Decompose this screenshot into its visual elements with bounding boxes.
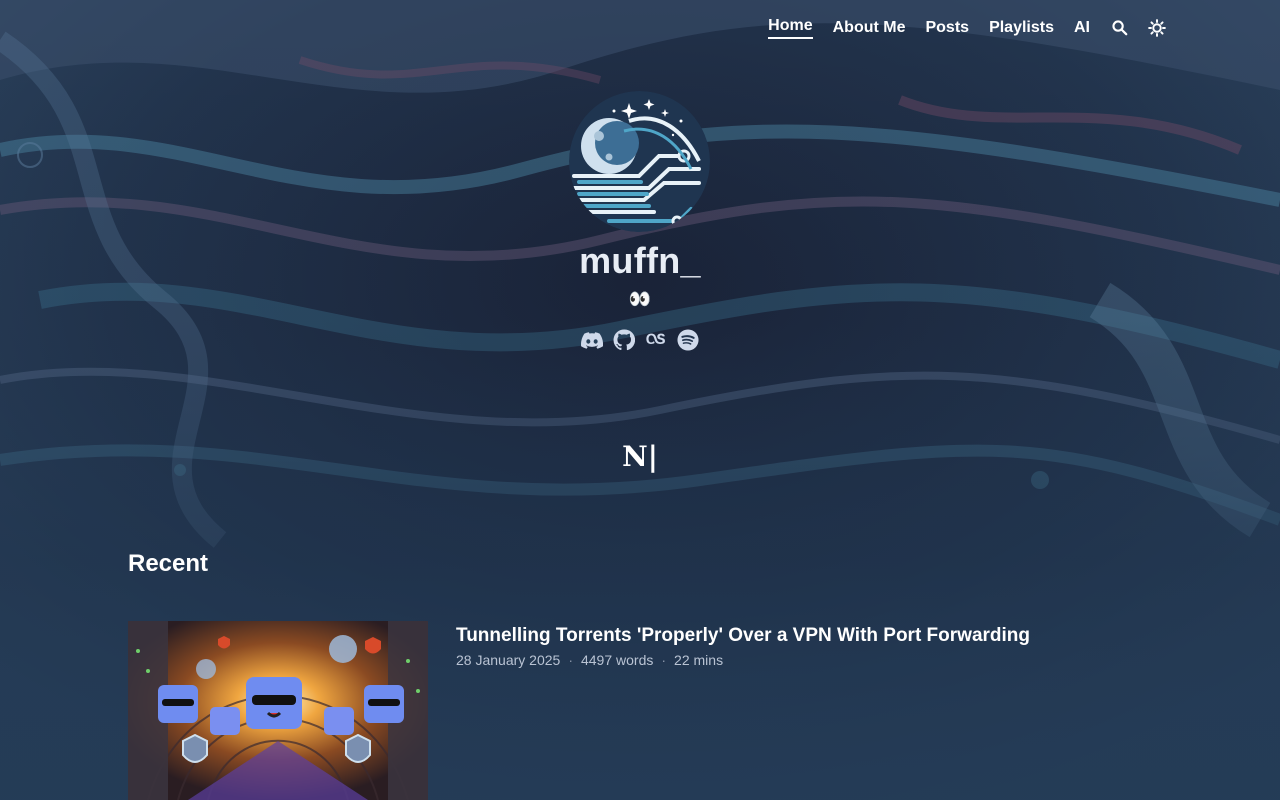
post-title[interactable]: Tunnelling Torrents 'Properly' Over a VP… [456,625,1030,647]
post-date: 28 January 2025 [456,652,561,668]
page: Home About Me Posts Playlists AI muffn_ … [0,0,1280,800]
post-word-count: 4497 words [580,652,654,668]
lastfm-icon[interactable] [645,329,667,351]
nav-item-home[interactable]: Home [768,16,813,39]
content: Home About Me Posts Playlists AI muffn_ … [0,0,1280,800]
tagline: 👀 [628,289,652,309]
post-thumbnail[interactable] [128,621,428,800]
social-links [0,329,1280,351]
nav-item-playlists[interactable]: Playlists [989,18,1054,38]
meta-separator: · [568,652,573,668]
site-name: muffn_ [579,240,701,281]
discord-icon[interactable] [581,329,603,351]
neocities-badge[interactable]: N| [0,440,1280,473]
avatar [569,91,710,232]
post-read-time: 22 mins [674,652,724,668]
search-icon[interactable] [1110,19,1128,37]
post-meta: 28 January 2025 · 4497 words · 22 mins [456,652,723,668]
github-icon[interactable] [613,329,635,351]
meta-separator: · [661,652,667,668]
nav-item-ai[interactable]: AI [1074,18,1090,38]
top-nav: Home About Me Posts Playlists AI [768,16,1166,39]
spotify-icon[interactable] [677,329,699,351]
post-card: Tunnelling Torrents 'Properly' Over a VP… [128,621,1152,800]
recent-heading: Recent [128,550,209,577]
sun-icon[interactable] [1148,18,1166,37]
nav-item-posts[interactable]: Posts [925,18,969,38]
nav-item-about-me[interactable]: About Me [833,18,906,38]
